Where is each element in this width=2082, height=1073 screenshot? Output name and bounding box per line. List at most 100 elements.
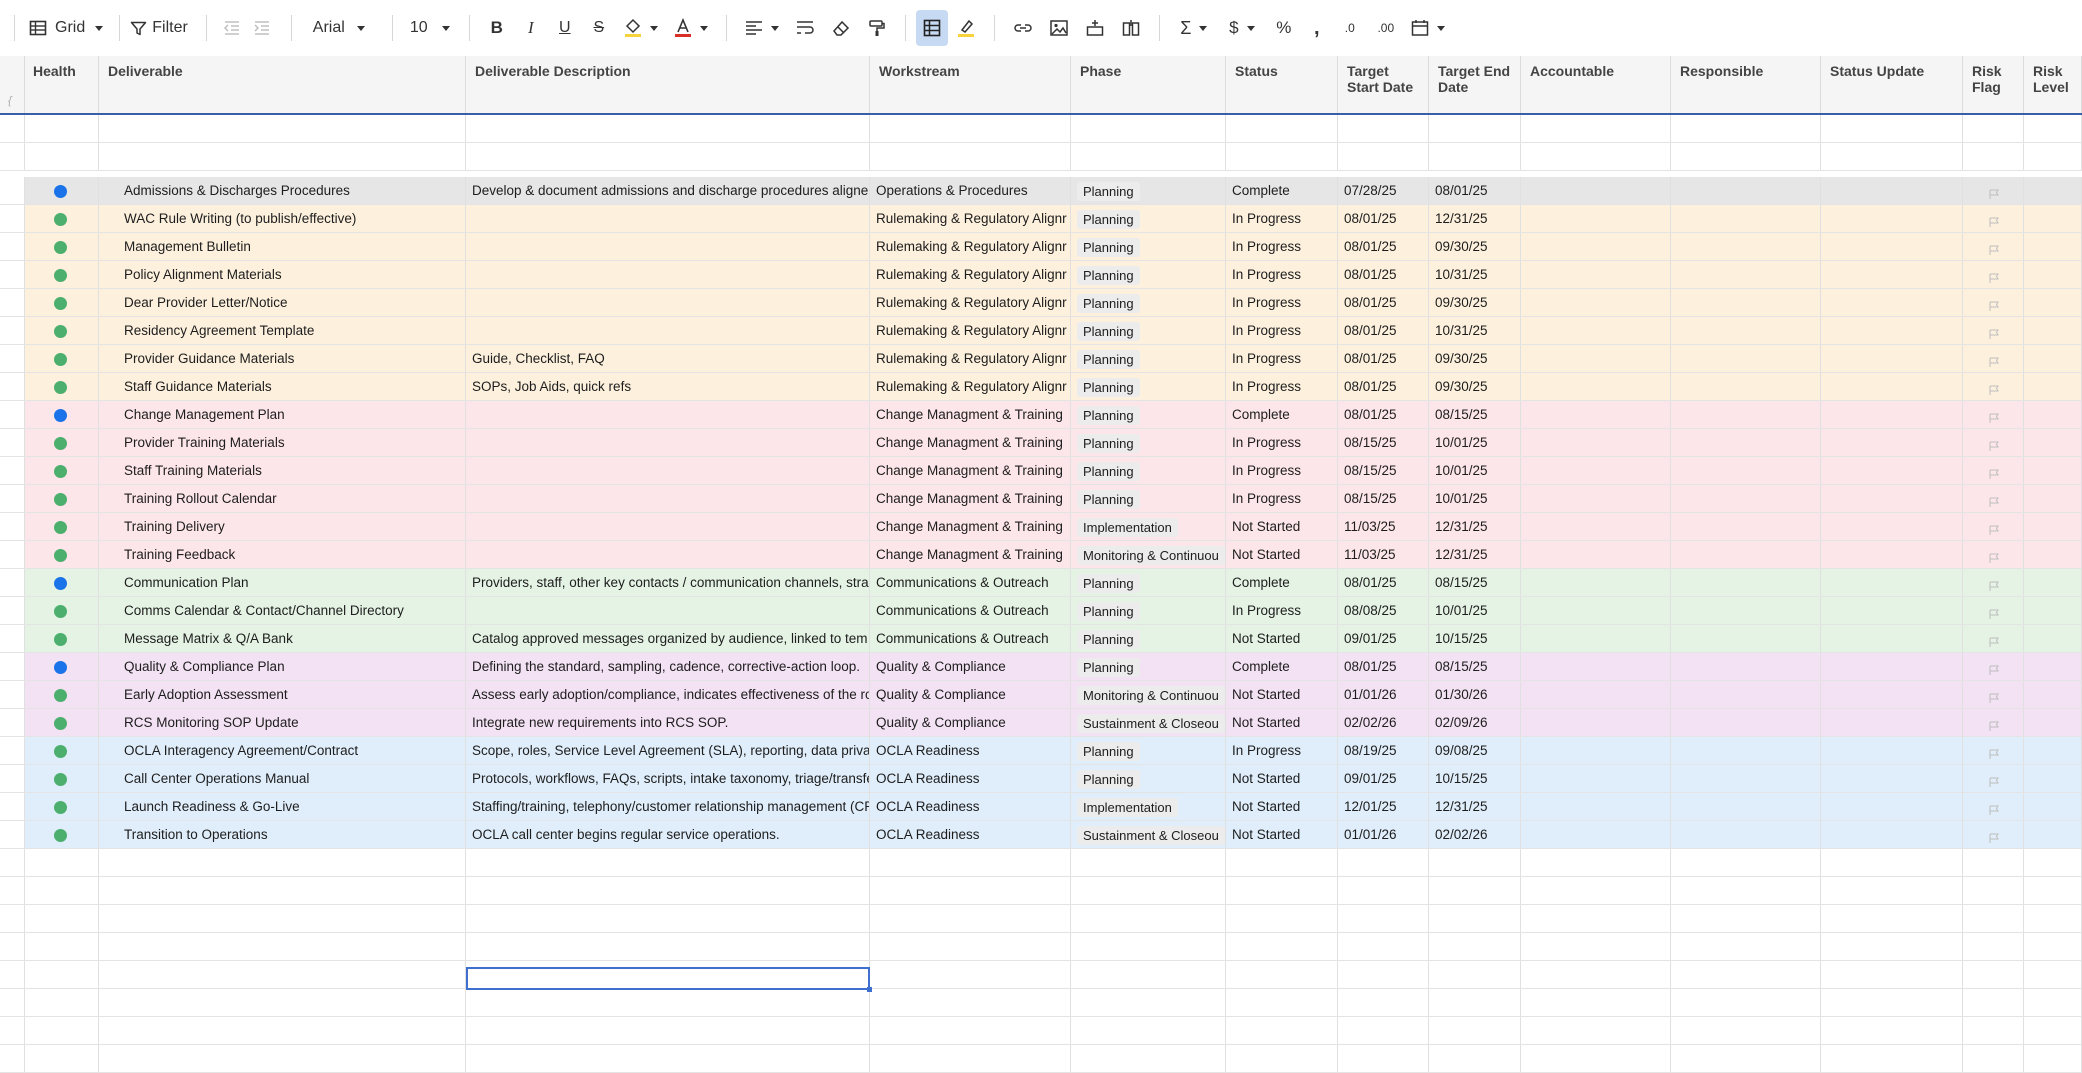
row-gutter[interactable] <box>0 261 25 288</box>
cell-phase[interactable] <box>1071 143 1226 170</box>
cell-deliverable[interactable]: Call Center Operations Manual <box>99 765 466 792</box>
cell-accountable[interactable] <box>1521 709 1671 736</box>
cell-description[interactable]: SOPs, Job Aids, quick refs <box>466 373 870 400</box>
cell-accountable[interactable] <box>1521 143 1671 170</box>
cell-workstream[interactable] <box>870 1045 1071 1072</box>
cell-phase[interactable] <box>1071 933 1226 960</box>
cell-accountable[interactable] <box>1521 653 1671 680</box>
cell-health[interactable] <box>24 765 99 792</box>
cell-deliverable[interactable]: Training Rollout Calendar <box>99 485 466 512</box>
cell-risk-level[interactable] <box>2024 177 2082 204</box>
cell-responsible[interactable] <box>1671 597 1821 624</box>
cell-health[interactable] <box>24 961 99 988</box>
row-gutter[interactable] <box>0 709 25 736</box>
table-row[interactable]: Training Delivery Change Managment & Trai… <box>0 513 2082 541</box>
cell-risk-flag[interactable] <box>1963 1017 2024 1044</box>
cell-phase[interactable] <box>1071 989 1226 1016</box>
cell-end[interactable]: 12/31/25 <box>1429 513 1521 540</box>
cell-start[interactable]: 08/01/25 <box>1338 345 1429 372</box>
cell-description[interactable] <box>466 485 870 512</box>
cell-end[interactable]: 08/15/25 <box>1429 653 1521 680</box>
cell-status-update[interactable] <box>1821 849 1963 876</box>
flag-icon[interactable] <box>1989 406 1999 428</box>
cell-health[interactable] <box>24 709 99 736</box>
empty-row[interactable] <box>0 849 2082 877</box>
cell-accountable[interactable] <box>1521 905 1671 932</box>
cell-status[interactable]: In Progress <box>1226 261 1338 288</box>
cell-status[interactable] <box>1226 905 1338 932</box>
view-switcher-button[interactable]: Grid <box>23 10 109 46</box>
cell-status-update[interactable] <box>1821 989 1963 1016</box>
cell-description[interactable]: OCLA call center begins regular service … <box>466 821 870 848</box>
cell-status-update[interactable] <box>1821 289 1963 316</box>
cell-phase[interactable] <box>1071 115 1226 142</box>
cell-status-update[interactable] <box>1821 905 1963 932</box>
thousands-separator-button[interactable]: , <box>1302 10 1332 46</box>
flag-icon[interactable] <box>1989 602 1999 624</box>
cell-status[interactable] <box>1226 1045 1338 1072</box>
cell-accountable[interactable] <box>1521 737 1671 764</box>
cell-risk-level[interactable] <box>2024 765 2082 792</box>
cell-risk-level[interactable] <box>2024 737 2082 764</box>
cell-phase[interactable]: Planning <box>1071 457 1226 484</box>
cell-risk-level[interactable] <box>2024 709 2082 736</box>
decrease-decimal-button[interactable]: .0 <box>1332 10 1368 46</box>
cell-risk-flag[interactable] <box>1963 625 2024 652</box>
row-gutter[interactable] <box>0 877 25 904</box>
cell-workstream[interactable]: Change Managment & Training <box>870 513 1071 540</box>
cell-end[interactable] <box>1429 1045 1521 1072</box>
cell-accountable[interactable] <box>1521 877 1671 904</box>
cell-start[interactable]: 08/01/25 <box>1338 569 1429 596</box>
cell-phase[interactable]: Planning <box>1071 261 1226 288</box>
align-button[interactable] <box>737 10 787 46</box>
cell-phase[interactable]: Planning <box>1071 737 1226 764</box>
cell-status-update[interactable] <box>1821 737 1963 764</box>
cell-start[interactable]: 01/01/26 <box>1338 681 1429 708</box>
cell-responsible[interactable] <box>1671 513 1821 540</box>
cell-description[interactable] <box>466 1017 870 1044</box>
strikethrough-button[interactable]: S <box>582 10 616 46</box>
cell-phase[interactable]: Planning <box>1071 485 1226 512</box>
cell-start[interactable] <box>1338 961 1429 988</box>
cell-responsible[interactable] <box>1671 709 1821 736</box>
cell-description[interactable] <box>466 513 870 540</box>
cell-status[interactable]: In Progress <box>1226 485 1338 512</box>
empty-row[interactable] <box>0 905 2082 933</box>
cell-risk-flag[interactable] <box>1963 1045 2024 1072</box>
cell-workstream[interactable]: Change Managment & Training <box>870 429 1071 456</box>
table-row[interactable]: Dear Provider Letter/Notice Rulemaking & … <box>0 289 2082 317</box>
empty-row[interactable] <box>0 1045 2082 1073</box>
italic-button[interactable]: I <box>514 10 548 46</box>
cell-status[interactable] <box>1226 143 1338 170</box>
cell-accountable[interactable] <box>1521 849 1671 876</box>
cell-status[interactable] <box>1226 849 1338 876</box>
row-gutter[interactable] <box>0 1017 25 1044</box>
cell-risk-flag[interactable] <box>1963 793 2024 820</box>
cell-responsible[interactable] <box>1671 849 1821 876</box>
cell-start[interactable]: 08/01/25 <box>1338 653 1429 680</box>
cell-accountable[interactable] <box>1521 177 1671 204</box>
cell-risk-flag[interactable] <box>1963 905 2024 932</box>
cell-risk-level[interactable] <box>2024 143 2082 170</box>
cell-responsible[interactable] <box>1671 1017 1821 1044</box>
cell-phase[interactable]: Planning <box>1071 289 1226 316</box>
row-gutter[interactable] <box>0 905 25 932</box>
cell-status-update[interactable] <box>1821 177 1963 204</box>
cell-deliverable[interactable] <box>99 905 466 932</box>
row-gutter[interactable] <box>0 681 25 708</box>
cell-status[interactable] <box>1226 933 1338 960</box>
table-row[interactable]: Transition to Operations OCLA call center… <box>0 821 2082 849</box>
cell-risk-flag[interactable] <box>1963 849 2024 876</box>
cell-start[interactable] <box>1338 989 1429 1016</box>
cell-health[interactable] <box>24 1045 99 1072</box>
cell-risk-level[interactable] <box>2024 317 2082 344</box>
cell-deliverable[interactable] <box>99 849 466 876</box>
cell-risk-level[interactable] <box>2024 1017 2082 1044</box>
cell-description[interactable]: Providers, staff, other key contacts / c… <box>466 569 870 596</box>
cell-workstream[interactable]: Rulemaking & Regulatory Alignr <box>870 373 1071 400</box>
cell-status[interactable]: In Progress <box>1226 429 1338 456</box>
cell-responsible[interactable] <box>1671 261 1821 288</box>
cell-deliverable[interactable]: RCS Monitoring SOP Update <box>99 709 466 736</box>
cell-phase[interactable] <box>1071 905 1226 932</box>
table-row[interactable]: Training Rollout Calendar Change Managmen… <box>0 485 2082 513</box>
